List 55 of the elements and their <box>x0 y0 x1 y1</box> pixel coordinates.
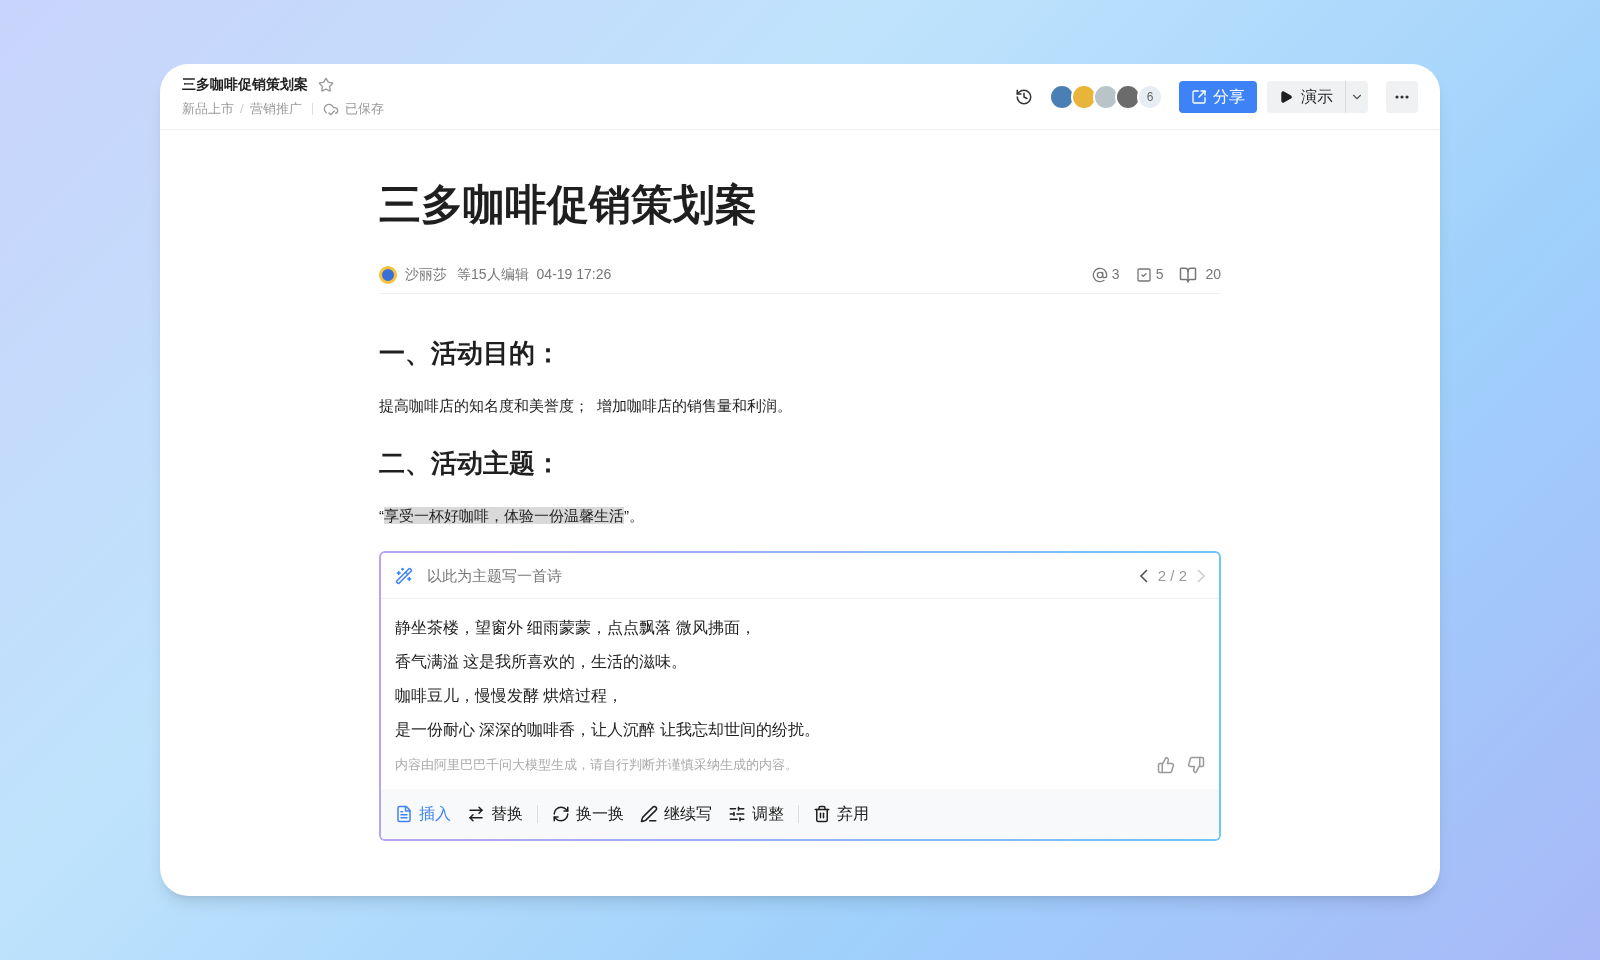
thumbs-up-icon <box>1157 756 1175 775</box>
play-icon <box>1279 89 1293 104</box>
chevron-left-icon <box>1139 568 1148 583</box>
refresh-icon <box>552 804 570 823</box>
prompt-text: 以此为主题写一首诗 <box>427 565 562 586</box>
action-button[interactable]: 调整 <box>720 797 792 830</box>
paragraph: 提高咖啡店的知名度和美誉度； 增加咖啡店的销售量和利润。 <box>379 396 794 417</box>
avatar[interactable] <box>1115 83 1141 110</box>
read-count: 20 <box>1205 265 1221 285</box>
poem-line: 是一份耐心 深深的咖啡香，让人沉醉 让我忘却世间的纷扰。 <box>395 720 821 741</box>
author-name[interactable]: 沙丽莎 <box>405 264 447 286</box>
page-indicator: 2 / 2 <box>1157 565 1187 586</box>
action-button[interactable]: 弃用 <box>805 797 877 830</box>
poem-line: 咖啡豆儿，慢慢发酵 烘焙过程， <box>395 686 625 707</box>
more-button[interactable] <box>1386 80 1418 113</box>
avatar[interactable] <box>1093 83 1119 110</box>
book-icon <box>1179 265 1198 284</box>
editors-count: 等15人编辑 <box>457 265 529 285</box>
thumbs-down-icon <box>1187 756 1205 775</box>
section-heading: 一、活动目的： <box>379 337 562 371</box>
mention-count: 3 <box>1111 265 1120 285</box>
previous-button[interactable] <box>1139 568 1148 583</box>
action-button[interactable]: 继续写 <box>632 797 720 830</box>
history-icon <box>1015 87 1033 106</box>
edit-time: 04-19 17:26 <box>536 265 612 285</box>
document-tab-title: 三多咖啡促销策划案 <box>182 75 308 95</box>
pen-icon <box>640 804 658 823</box>
collaborator-count[interactable]: 6 <box>1137 83 1163 110</box>
sliders-icon <box>728 804 746 823</box>
thumbs-down-button[interactable] <box>1187 756 1205 775</box>
save-status: 已保存 <box>344 100 384 119</box>
disclaimer-text: 内容由阿里巴巴千问大模型生成，请自行判断并谨慎采纳生成的内容。 <box>395 756 798 775</box>
breadcrumb-separator: / <box>240 100 244 119</box>
trash-icon <box>813 804 831 823</box>
poem-line: 静坐茶楼，望窗外 细雨蒙蒙，点点飘落 微风拂面， <box>395 618 757 639</box>
magic-wand-icon <box>395 566 413 585</box>
checkbox-icon <box>1135 266 1152 283</box>
swap-arrows-icon <box>467 804 485 823</box>
document-title: 三多咖啡促销策划案 <box>379 180 758 230</box>
poem-line: 香气满溢 这是我所喜欢的，生活的滋味。 <box>395 652 689 673</box>
action-button[interactable]: 插入 <box>387 797 459 830</box>
share-icon <box>1191 88 1207 105</box>
action-button[interactable]: 换一换 <box>544 797 632 830</box>
share-button[interactable]: 分享 <box>1179 80 1257 113</box>
task-count: 5 <box>1155 265 1164 285</box>
action-button[interactable]: 替换 <box>459 797 531 830</box>
more-icon <box>1395 94 1409 99</box>
document-icon <box>395 804 413 823</box>
star-icon[interactable] <box>318 76 334 93</box>
author-avatar <box>379 265 397 284</box>
chevron-right-icon <box>1197 568 1205 583</box>
section-heading: 二、活动主题： <box>379 446 562 480</box>
cloud-check-icon <box>322 101 339 117</box>
thumbs-up-button[interactable] <box>1157 756 1175 775</box>
at-icon <box>1091 266 1108 283</box>
